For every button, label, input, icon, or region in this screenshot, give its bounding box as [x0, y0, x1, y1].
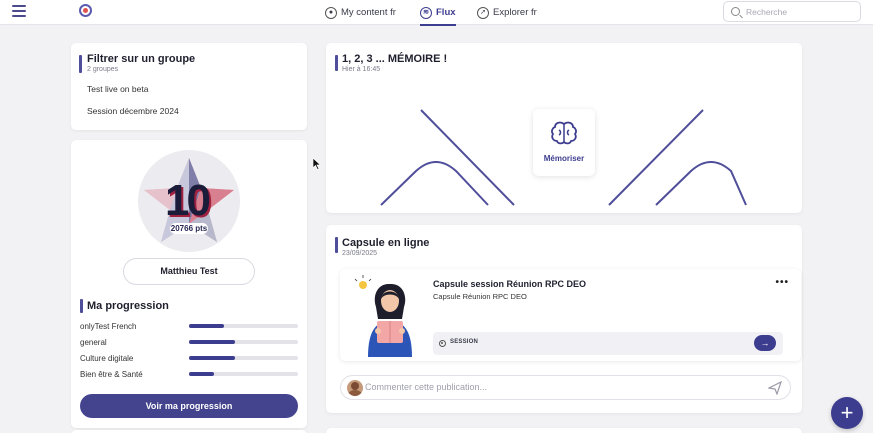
filter-title: Filtrer sur un groupe [87, 53, 196, 65]
progress-fill [189, 324, 224, 328]
user-name[interactable]: Matthieu Test [123, 258, 255, 285]
progress-bar [189, 324, 298, 328]
group-item[interactable]: Test live on beta [87, 84, 148, 94]
capsule-subtitle: Capsule Réunion RPC DEO [433, 292, 527, 301]
nav-flux-label: Flux [436, 7, 456, 18]
nav-my-content-label: My content fr [341, 7, 396, 18]
progress-label: Bien être & Santé [80, 370, 143, 379]
nav-flux[interactable]: ≋ Flux [420, 0, 456, 26]
post-title: Capsule en ligne [342, 237, 430, 249]
title-accent-bar [335, 237, 338, 253]
title-accent-bar [80, 299, 83, 313]
send-icon[interactable] [768, 381, 782, 395]
session-icon [439, 340, 446, 347]
menu-icon[interactable] [12, 5, 26, 17]
group-count: 2 groupes [87, 66, 119, 73]
progress-label: general [80, 338, 107, 347]
progress-bar [189, 372, 298, 376]
reading-woman-illustration [354, 275, 412, 357]
memoire-post-card: 1, 2, 3 ... MÉMOIRE ! Hier à 16:45 Mémor… [326, 43, 802, 213]
progress-fill [189, 356, 235, 360]
progress-bar [189, 356, 298, 360]
view-progression-button[interactable]: Voir ma progression [80, 394, 298, 418]
capsule-title: Capsule session Réunion RPC DEO [433, 279, 587, 289]
mouse-cursor-icon [313, 158, 321, 170]
progression-title: Ma progression [87, 300, 169, 312]
comment-input[interactable] [365, 382, 745, 392]
brain-icon [551, 121, 577, 145]
user-circle-icon: ● [325, 6, 337, 19]
memorize-label: Mémoriser [543, 154, 585, 163]
comment-box[interactable] [340, 375, 791, 400]
app-logo[interactable] [79, 4, 92, 17]
compass-icon: ➚ [477, 6, 489, 19]
title-accent-bar [79, 55, 82, 73]
search-icon [731, 7, 740, 16]
capsule-post-card: Capsule en ligne 23/09/2025 Capsule sess… [326, 225, 802, 413]
profile-card: 10 20766 pts Matthieu Test Ma progressio… [71, 140, 307, 428]
arrow-right-icon[interactable]: → [754, 335, 776, 351]
progress-fill [189, 340, 235, 344]
post-date: 23/09/2025 [342, 250, 378, 257]
user-avatar [347, 380, 363, 396]
session-row[interactable]: SESSION → [433, 332, 783, 355]
search-input[interactable] [746, 6, 851, 17]
nav-my-content[interactable]: ● My content fr [325, 0, 396, 25]
memorize-button[interactable]: Mémoriser [533, 109, 595, 176]
avatar-icon [348, 382, 362, 396]
more-options-button[interactable]: ••• [775, 277, 789, 288]
progress-bar [189, 340, 298, 344]
top-bar: ● My content fr ≋ Flux ➚ Explorer fr [0, 0, 873, 26]
level-number: 10 [165, 176, 211, 225]
next-post-edge [326, 428, 802, 433]
nav-explorer-label: Explorer fr [493, 7, 537, 18]
group-filter-card: Filtrer sur un groupe 2 groupes Test liv… [71, 43, 307, 130]
progress-label: Culture digitale [80, 354, 134, 363]
active-tab-indicator [420, 24, 456, 26]
group-item[interactable]: Session décembre 2024 [87, 106, 179, 116]
nav-explorer[interactable]: ➚ Explorer fr [477, 0, 537, 25]
search-box[interactable] [723, 1, 861, 22]
flux-icon: ≋ [420, 6, 432, 19]
points-badge: 20766 pts [170, 223, 208, 234]
capsule-item[interactable]: Capsule session Réunion RPC DEO Capsule … [340, 269, 801, 361]
add-button[interactable]: + [831, 397, 863, 429]
progress-fill [189, 372, 215, 376]
progress-label: onlyTest French [80, 322, 137, 331]
level-badge: 10 20766 pts [138, 150, 240, 252]
session-label: SESSION [450, 339, 479, 345]
